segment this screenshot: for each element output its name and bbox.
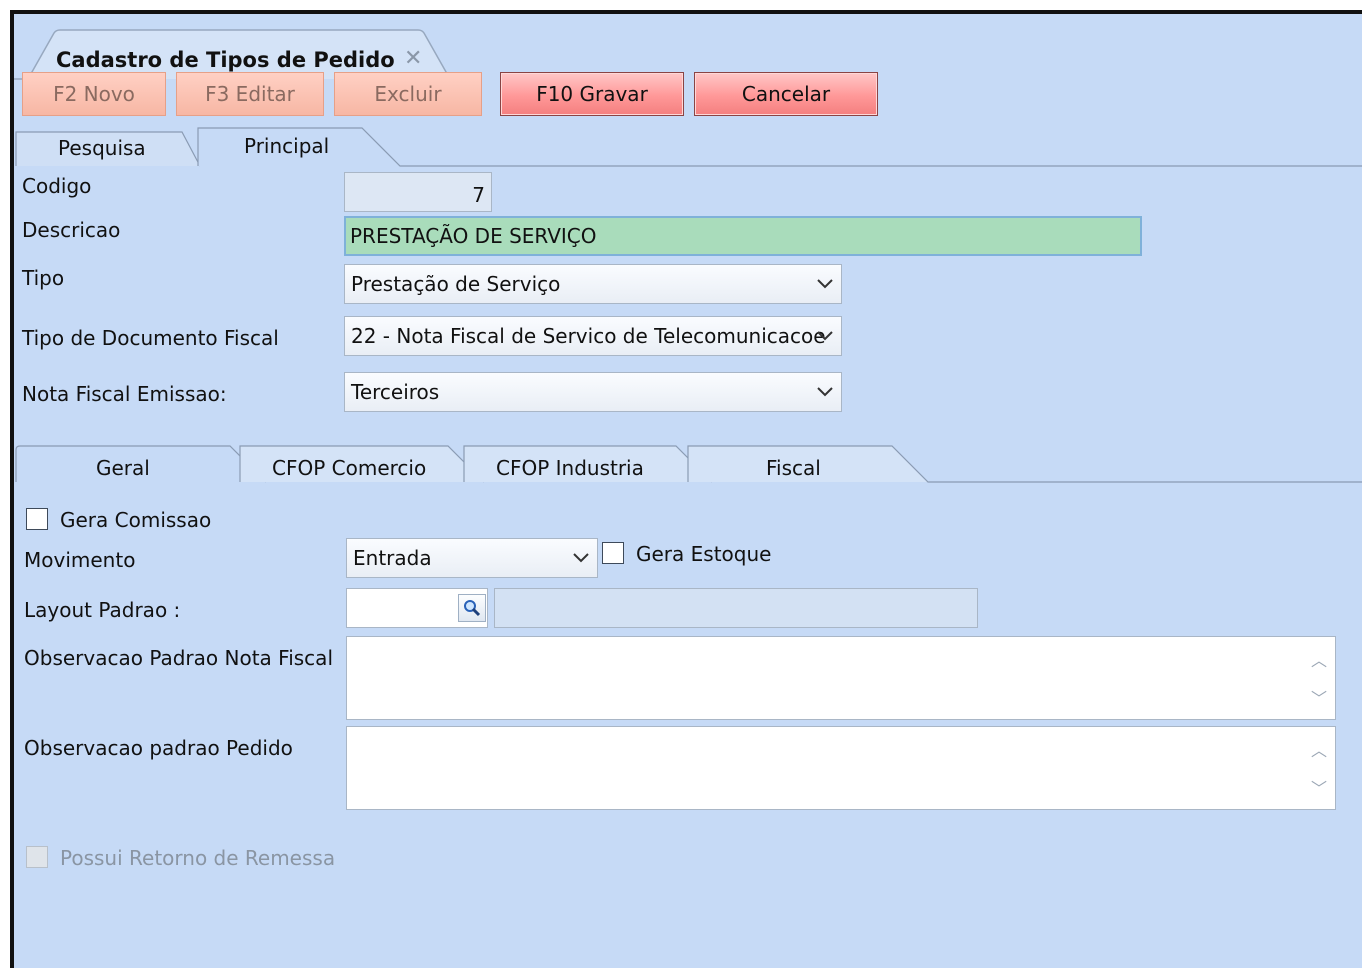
obs-nf-textarea[interactable]: ︿ ﹀ <box>346 636 1336 720</box>
retorno-remessa-checkbox[interactable] <box>26 846 48 868</box>
editar-button[interactable]: F3 Editar <box>176 72 324 116</box>
retorno-remessa-label: Possui Retorno de Remessa <box>60 846 336 870</box>
cancelar-button[interactable]: Cancelar <box>694 72 878 116</box>
movimento-select-value: Entrada <box>353 546 432 570</box>
obs-nf-label: Observacao Padrao Nota Fiscal <box>24 646 333 670</box>
nf-emissao-select-value: Terceiros <box>351 380 440 404</box>
movimento-select[interactable]: Entrada <box>346 538 598 578</box>
obs-pedido-label: Observacao padrao Pedido <box>24 736 293 760</box>
nf-emissao-select[interactable]: Terceiros <box>344 372 842 412</box>
tab-cfop-industria[interactable]: CFOP Industria <box>496 456 644 480</box>
chevron-down-icon <box>817 387 833 397</box>
tab-pesquisa[interactable]: Pesquisa <box>58 136 146 160</box>
obs-pedido-textarea[interactable]: ︿ ﹀ <box>346 726 1336 810</box>
tipo-doc-label: Tipo de Documento Fiscal <box>22 326 279 350</box>
novo-button[interactable]: F2 Novo <box>22 72 166 116</box>
tipo-select-value: Prestação de Serviço <box>351 272 561 296</box>
scroll-down-icon[interactable]: ﹀ <box>1311 775 1327 799</box>
document-tab-title: Cadastro de Tipos de Pedido <box>56 48 395 72</box>
close-icon[interactable]: ✕ <box>404 46 422 71</box>
magnifier-icon <box>464 600 481 617</box>
codigo-label: Codigo <box>22 174 92 198</box>
chevron-down-icon <box>573 553 589 563</box>
chevron-down-icon <box>817 279 833 289</box>
gravar-button[interactable]: F10 Gravar <box>500 72 684 116</box>
tab-principal[interactable]: Principal <box>244 134 329 158</box>
sub-tabstrip <box>15 445 1362 483</box>
main-tabstrip <box>15 127 1362 167</box>
layout-padrao-description-field <box>494 588 978 628</box>
descricao-field[interactable]: PRESTAÇÃO DE SERVIÇO <box>344 216 1142 256</box>
tipo-doc-select-value: 22 - Nota Fiscal de Servico de Telecomun… <box>351 324 826 348</box>
scroll-down-icon[interactable]: ﹀ <box>1311 685 1327 709</box>
gera-estoque-label: Gera Estoque <box>636 542 772 566</box>
scroll-up-icon[interactable]: ︿ <box>1311 647 1327 671</box>
tipo-select[interactable]: Prestação de Serviço <box>344 264 842 304</box>
tab-geral[interactable]: Geral <box>96 456 150 480</box>
tab-fiscal[interactable]: Fiscal <box>766 456 821 480</box>
layout-padrao-label: Layout Padrao : <box>24 598 181 622</box>
document-tab[interactable]: Cadastro de Tipos de Pedido ✕ <box>14 28 454 80</box>
excluir-button[interactable]: Excluir <box>334 72 482 116</box>
gera-estoque-checkbox[interactable] <box>602 542 624 564</box>
codigo-field[interactable]: 7 <box>344 172 492 212</box>
gera-comissao-label: Gera Comissao <box>60 508 212 532</box>
scroll-up-icon[interactable]: ︿ <box>1311 737 1327 761</box>
tipo-label: Tipo <box>22 266 65 290</box>
lookup-button[interactable] <box>458 594 486 622</box>
descricao-label: Descricao <box>22 218 121 242</box>
tipo-doc-select[interactable]: 22 - Nota Fiscal de Servico de Telecomun… <box>344 316 842 356</box>
chevron-down-icon <box>817 331 833 341</box>
nf-emissao-label: Nota Fiscal Emissao: <box>22 382 227 406</box>
movimento-label: Movimento <box>24 548 136 572</box>
gera-comissao-checkbox[interactable] <box>26 508 48 530</box>
tab-cfop-comercio[interactable]: CFOP Comercio <box>272 456 426 480</box>
window-frame: Cadastro de Tipos de Pedido ✕ F2 Novo F3… <box>10 10 1362 968</box>
